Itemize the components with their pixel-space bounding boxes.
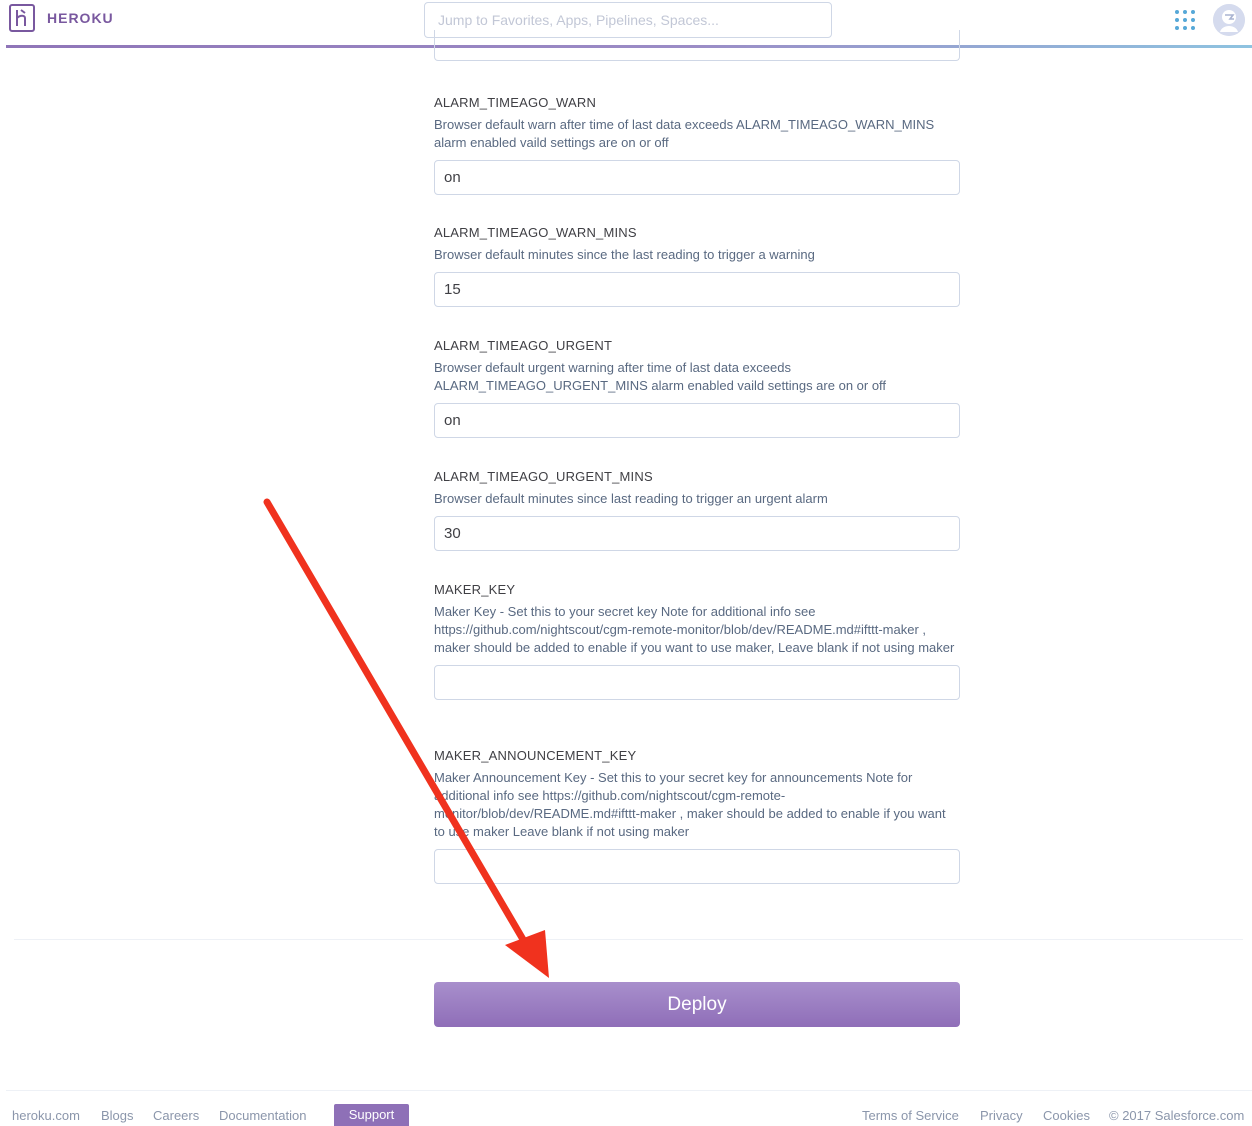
config-var-field: ALARM_TIMEAGO_WARN Browser default warn … [434,95,960,195]
config-var-field: MAKER_KEY Maker Key - Set this to your s… [434,582,960,700]
footer-divider [6,1090,1252,1091]
config-var-value-input[interactable] [434,403,960,438]
grid-dots-icon[interactable] [1174,9,1196,31]
config-var-description: Browser default minutes since the last r… [434,247,815,262]
config-var-field: ALARM_TIMEAGO_URGENT Browser default urg… [434,338,960,438]
footer-link-terms[interactable]: Terms of Service [862,1108,959,1123]
copyright-text: © 2017 Salesforce.com [1109,1108,1245,1123]
footer-link-heroku[interactable]: heroku.com [12,1108,80,1123]
config-var-key: MAKER_ANNOUNCEMENT_KEY [434,748,637,763]
footer-link-documentation[interactable]: Documentation [219,1108,306,1123]
config-var-input-partial[interactable] [434,30,960,61]
config-var-key: ALARM_TIMEAGO_WARN [434,95,597,110]
brand-name[interactable]: HEROKU [47,10,114,26]
config-var-description: Maker Key - Set this to your secret key … [434,604,955,655]
support-button[interactable]: Support [334,1104,409,1126]
config-var-value-input[interactable] [434,665,960,700]
deploy-button[interactable]: Deploy [434,982,960,1027]
footer-link-careers[interactable]: Careers [153,1108,199,1123]
config-var-value-input[interactable] [434,160,960,195]
config-var-value-input[interactable] [434,272,960,307]
config-var-value-input[interactable] [434,516,960,551]
config-var-description: Browser default minutes since last readi… [434,491,828,506]
config-var-field: ALARM_TIMEAGO_WARN_MINS Browser default … [434,225,960,307]
config-var-field: ALARM_TIMEAGO_URGENT_MINS Browser defaul… [434,469,960,551]
footer-link-blogs[interactable]: Blogs [101,1108,134,1123]
footer-link-cookies[interactable]: Cookies [1043,1108,1090,1123]
config-var-key: ALARM_TIMEAGO_URGENT_MINS [434,469,653,484]
config-var-value-input[interactable] [434,849,960,884]
config-var-key: ALARM_TIMEAGO_WARN_MINS [434,225,637,240]
config-var-description: Browser default urgent warning after tim… [434,360,887,393]
config-var-description: Browser default warn after time of last … [434,117,935,150]
section-divider [14,939,1243,940]
heroku-logo-icon[interactable] [9,4,35,32]
config-var-field: MAKER_ANNOUNCEMENT_KEY Maker Announcemen… [434,748,960,884]
user-avatar-icon[interactable] [1213,4,1245,36]
config-var-key: MAKER_KEY [434,582,516,597]
config-var-description: Maker Announcement Key - Set this to you… [434,770,946,839]
footer-link-privacy[interactable]: Privacy [980,1108,1023,1123]
config-var-key: ALARM_TIMEAGO_URGENT [434,338,613,353]
